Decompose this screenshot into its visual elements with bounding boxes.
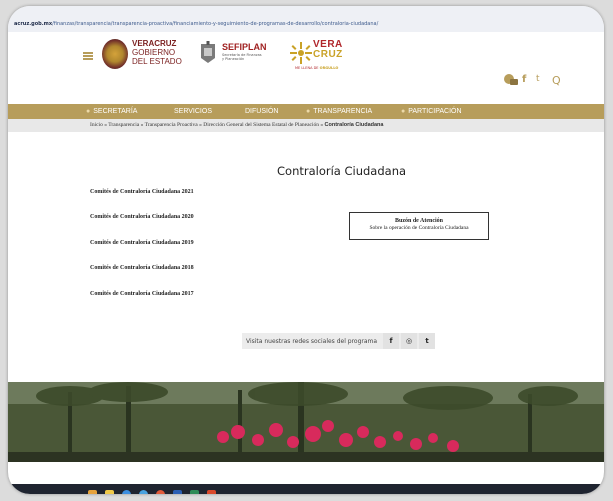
sefiplan-emblem-icon xyxy=(201,41,215,63)
link-comites-2018[interactable]: Comités de Contraloría Ciudadana 2018 xyxy=(90,265,194,271)
nav-item-participacion[interactable]: ● PARTICIPACIÓN xyxy=(401,108,462,115)
veracruz-star-icon xyxy=(290,42,312,64)
search-icon[interactable]: Q xyxy=(552,74,561,87)
page-title: Contraloría Ciudadana xyxy=(277,164,407,178)
edge-taskbar-icon[interactable] xyxy=(122,490,131,494)
social-label: Visita nuestras redes sociales del progr… xyxy=(246,337,378,345)
breadcrumb-item[interactable]: Dirección General del Sistema Estatal de… xyxy=(203,122,319,128)
browser-frame: acruz.gob.mx/finanzas/transparencia/tran… xyxy=(8,6,604,494)
chrome-taskbar-icon[interactable] xyxy=(156,490,165,494)
buzon-title: Buzón de Atención xyxy=(394,218,443,224)
veracruz-slogan: ME LLENA DE ORGULLO xyxy=(295,66,339,70)
buzon-subtitle: Sobre la operación de Contraloría Ciudad… xyxy=(369,225,469,231)
breadcrumb-item[interactable]: Inicio xyxy=(90,122,103,128)
breadcrumb-bar: Inicio » Transparencia » Transparencia P… xyxy=(8,119,604,132)
facebook-icon[interactable]: f xyxy=(522,74,526,85)
main-nav: ● SECRETARÍA SERVICIOS DIFUSIÓN ● TRANSPAR… xyxy=(8,104,604,119)
breadcrumb-item[interactable]: Transparencia Proactiva xyxy=(145,122,198,128)
word-taskbar-icon[interactable] xyxy=(173,490,182,494)
sefiplan-name: SEFIPLAN xyxy=(222,42,267,52)
instagram-button[interactable]: ◎ xyxy=(401,333,418,349)
browser-taskbar-icon[interactable] xyxy=(139,490,148,494)
link-comites-2020[interactable]: Comités de Contraloría Ciudadana 2020 xyxy=(90,214,194,220)
windows-taskbar xyxy=(8,484,604,494)
hamburger-menu-icon[interactable] xyxy=(83,52,93,60)
veracruz-government-logo-text: VERACRUZ GOBIERNO DEL ESTADO xyxy=(132,39,182,66)
nav-item-transparencia[interactable]: ● TRANSPARENCIA xyxy=(306,108,372,115)
excel-taskbar-icon[interactable] xyxy=(190,490,199,494)
nav-item-servicios[interactable]: SERVICIOS xyxy=(174,108,212,115)
link-comites-2019[interactable]: Comités de Contraloría Ciudadana 2019 xyxy=(90,240,194,246)
twitter-button[interactable]: t xyxy=(419,333,436,349)
link-comites-2017[interactable]: Comités de Contraloría Ciudadana 2017 xyxy=(90,291,194,297)
url-text[interactable]: acruz.gob.mx/finanzas/transparencia/tran… xyxy=(14,21,378,27)
address-bar[interactable]: acruz.gob.mx/finanzas/transparencia/tran… xyxy=(8,6,604,33)
link-comites-2021[interactable]: Comités de Contraloría Ciudadana 2021 xyxy=(90,189,194,195)
folder-taskbar-icon[interactable] xyxy=(105,490,114,494)
breadcrumb: Inicio » Transparencia » Transparencia P… xyxy=(90,122,384,128)
facebook-button[interactable]: f xyxy=(383,333,400,349)
sefiplan-subtitle: Secretaría de Finanzas y Planeación xyxy=(222,53,262,61)
garden-photo-banner xyxy=(8,382,604,462)
twitter-icon[interactable]: t xyxy=(536,74,540,84)
breadcrumb-item[interactable]: Transparencia xyxy=(108,122,139,128)
nav-item-secretaria[interactable]: ● SECRETARÍA xyxy=(86,108,137,115)
social-bar: Visita nuestras redes sociales del progr… xyxy=(242,333,436,349)
veracruz-seal-logo xyxy=(102,39,128,69)
veracruz-brand-logo-text: VERA CRUZ xyxy=(313,39,343,60)
garden-photo-image xyxy=(8,382,604,462)
buzon-atencion-box[interactable]: Buzón de Atención Sobre la operación de … xyxy=(349,212,489,240)
powerpoint-taskbar-icon[interactable] xyxy=(207,490,216,494)
explorer-taskbar-icon[interactable] xyxy=(88,490,97,494)
nav-item-difusion[interactable]: DIFUSIÓN xyxy=(245,108,278,115)
chat-icon[interactable] xyxy=(504,74,518,86)
breadcrumb-current: Contraloría Ciudadana xyxy=(324,122,384,128)
